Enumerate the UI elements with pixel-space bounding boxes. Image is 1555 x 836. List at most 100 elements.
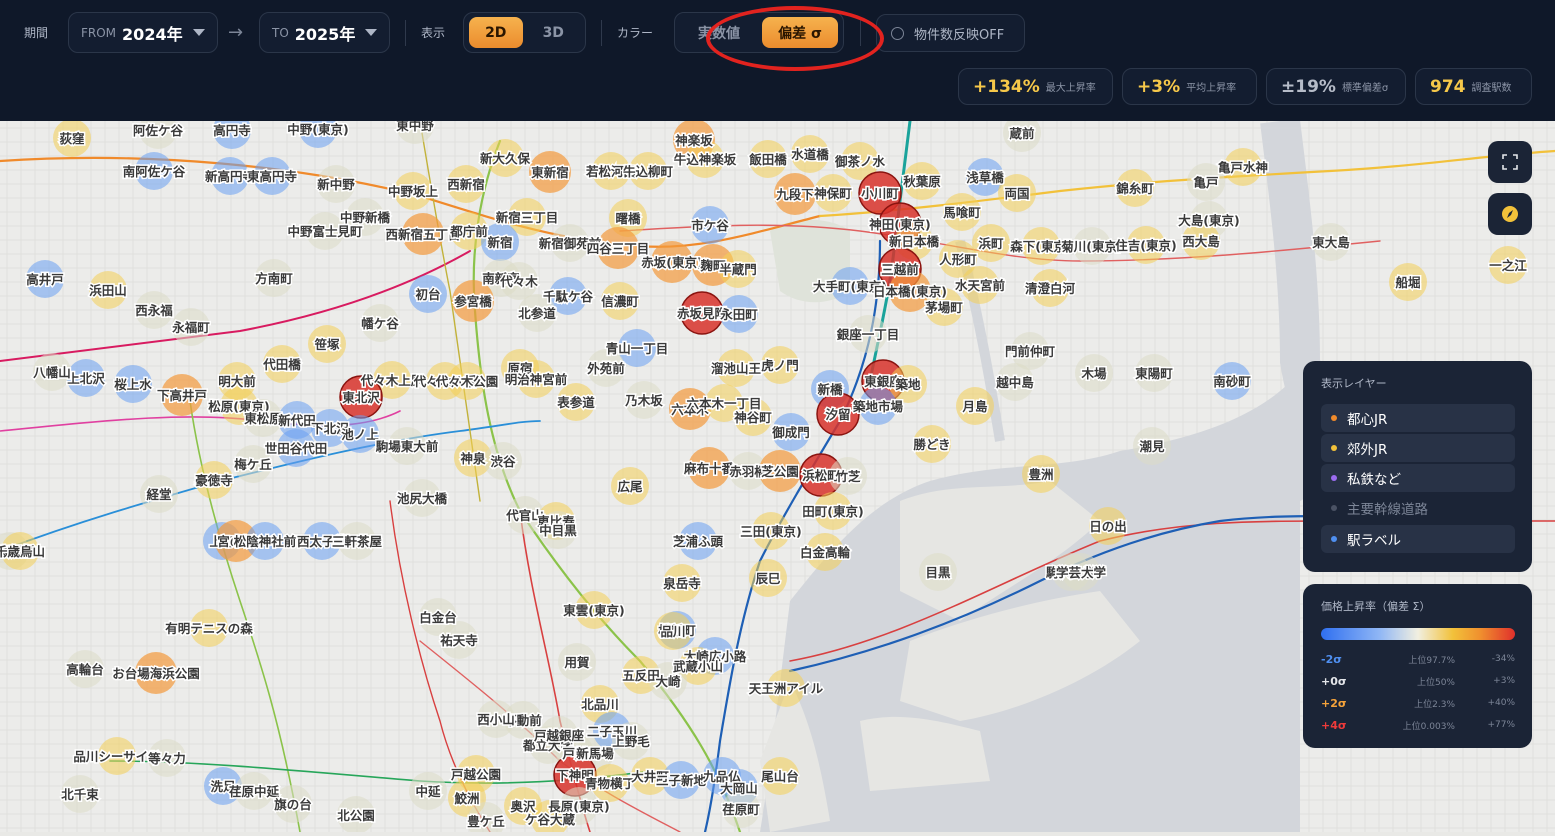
station-label: 荏原中延 — [229, 784, 280, 799]
station-label: 一之江 — [1489, 258, 1527, 273]
station-label: 池ノ上 — [341, 427, 379, 442]
radio-circle-icon — [891, 26, 904, 40]
units-reflect-toggle[interactable]: 物件数反映OFF — [876, 14, 1025, 52]
station-label: 高輪台 — [66, 662, 104, 677]
from-year-select[interactable]: FROM 2024年 — [68, 12, 218, 53]
station-label: 武蔵小山 — [673, 659, 723, 674]
legend-pct: -34% — [1491, 654, 1515, 664]
stat-value: 974 — [1430, 76, 1466, 97]
station-label: 明大前 — [218, 374, 256, 389]
display-2d-button[interactable]: 2D — [469, 17, 523, 48]
station-label: 馬喰町 — [943, 205, 981, 220]
station-label: 汐留 — [825, 407, 850, 422]
station-label: 新宿 — [487, 235, 512, 250]
to-prefix: TO — [272, 25, 289, 40]
station-label: 梅ケ丘 — [234, 457, 272, 472]
station-label: 四谷三丁目 — [587, 241, 650, 256]
legend-percentile: 上位50% — [1416, 677, 1455, 688]
station-label: 旗の台 — [274, 797, 312, 812]
station-label: 中野新橋 — [340, 210, 391, 225]
layer-panel-title: 表示レイヤー — [1321, 377, 1387, 390]
station-label: 鮫洲 — [454, 791, 479, 806]
station-label: 新大久保 — [480, 151, 531, 166]
station-label: 神谷町 — [734, 410, 772, 425]
display-3d-button[interactable]: 3D — [527, 17, 581, 48]
station-label: 東松原 — [244, 411, 282, 426]
period-label: 期間 — [24, 26, 49, 40]
station-label: 小川町 — [860, 186, 899, 201]
station-label: 渋谷 — [490, 454, 516, 469]
station-label: 祐天寺 — [440, 633, 478, 648]
stat-value: +3% — [1137, 76, 1181, 97]
station-label: 門前仲町 — [1005, 344, 1056, 359]
layer-toggle-kougai-jr[interactable]: 郊外JR — [1321, 434, 1515, 462]
station-label: 中延 — [415, 784, 441, 799]
layer-toggle-private-rail[interactable]: 私鉄など — [1321, 464, 1515, 492]
station-label: 新宿三丁目 — [496, 210, 559, 225]
station-label: 人形町 — [939, 252, 977, 267]
station-label: 神田(東京) — [869, 217, 930, 232]
station-label: 大島(東京) — [1178, 213, 1239, 228]
legend-pct: +40% — [1487, 698, 1515, 708]
station-label: 品川 — [660, 624, 685, 639]
to-year-select[interactable]: TO 2025年 — [259, 12, 390, 53]
station-label: 市ケ谷 — [691, 218, 729, 233]
stat-value: +134% — [973, 76, 1040, 97]
from-prefix: FROM — [81, 25, 117, 40]
layer-color-dot — [1331, 536, 1337, 542]
station-label: 上野毛 — [612, 734, 650, 749]
layer-color-dot — [1331, 505, 1337, 511]
legend-percentile: 上位0.003% — [1402, 721, 1455, 732]
station-label: 大崎 — [655, 674, 681, 689]
station-label: 東中野 — [396, 121, 434, 133]
station-label: 中野富士見町 — [287, 224, 363, 239]
layer-toggle-main-roads[interactable]: 主要幹線道路 — [1321, 494, 1515, 522]
stat-label: 標準偏差σ — [1341, 83, 1389, 94]
station-label: 日の出 — [1089, 519, 1127, 534]
display-mode-toggle[interactable]: 2D 3D — [463, 12, 586, 53]
layer-toggle-toshin-jr[interactable]: 都心JR — [1321, 404, 1515, 432]
station-label: 西大島 — [1182, 234, 1220, 249]
station-label: 赤坂(東京) — [641, 255, 702, 270]
station-label: 新代田 — [278, 413, 316, 428]
station-label: 神泉 — [460, 451, 486, 466]
station-label: 中野坂上 — [388, 184, 439, 199]
fullscreen-button[interactable] — [1488, 141, 1532, 183]
station-label: 上北沢 — [67, 371, 105, 386]
station-label: 水道橋 — [791, 147, 829, 162]
legend-sigma: -2σ — [1321, 652, 1342, 666]
layer-label: 私鉄など — [1347, 472, 1401, 488]
compass-icon — [1502, 206, 1518, 222]
legend-percentile: 上位97.7% — [1408, 655, 1455, 666]
station-label: 牛込神楽坂 — [674, 152, 737, 167]
display-label: 表示 — [421, 26, 446, 40]
station-label: 木場 — [1080, 366, 1107, 381]
legend-gradient-bar — [1321, 628, 1515, 640]
station-label: 豪徳寺 — [195, 473, 233, 488]
station-label: 東陽町 — [1135, 366, 1173, 381]
station-label: 天王洲アイル — [749, 681, 824, 696]
station-label: 八幡山 — [32, 365, 71, 380]
station-label: 戸越銀座 — [534, 728, 585, 743]
layer-toggle-station-labels[interactable]: 駅ラベル — [1321, 525, 1515, 553]
station-label: 東雲(東京) — [563, 603, 624, 618]
station-label: 都庁前 — [449, 224, 488, 239]
station-label: 新日本橋 — [889, 234, 940, 249]
station-label: 築地 — [894, 377, 921, 392]
station-label: 北品川 — [581, 697, 619, 712]
station-label: 参宮橋 — [454, 294, 492, 309]
station-label: 世田谷代田 — [265, 441, 328, 456]
station-label: 永福町 — [171, 320, 210, 335]
station-label: 代々木 — [499, 274, 538, 289]
station-label: 南阿佐ケ谷 — [123, 164, 186, 179]
station-label: 幡ケ谷 — [361, 316, 399, 331]
station-label: 菊川(東京) — [1060, 239, 1122, 254]
station-label: 松陰神社前 — [234, 534, 297, 549]
station-label: 東北沢 — [342, 390, 380, 405]
compass-button[interactable] — [1488, 193, 1532, 235]
station-label: 泉岳寺 — [662, 576, 701, 591]
station-label: 二子新地 — [656, 773, 707, 788]
station-label: 高井戸 — [26, 272, 64, 287]
station-label: 白金高輪 — [800, 545, 851, 560]
chevron-down-icon — [365, 29, 377, 36]
